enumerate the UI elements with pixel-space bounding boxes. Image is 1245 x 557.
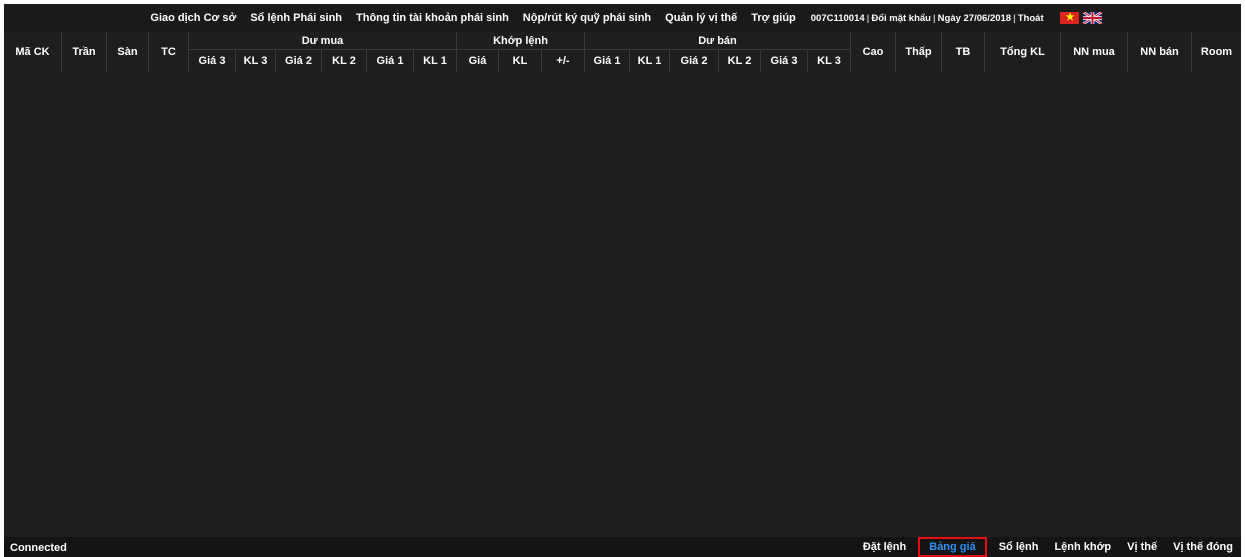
col-change[interactable]: +/- <box>542 50 585 72</box>
tab-place-order[interactable]: Đặt lệnh <box>855 538 914 556</box>
top-navigation: Giao dịch Cơ sở Sổ lệnh Phái sinh Thông … <box>4 4 1241 32</box>
bottom-tabs: Đặt lệnh Bảng giá Sổ lệnh Lệnh khớp Vị t… <box>855 537 1241 557</box>
nav-help[interactable]: Trợ giúp <box>744 12 802 24</box>
col-bid-price-1[interactable]: Giá 1 <box>367 50 414 72</box>
separator: | <box>1013 12 1016 24</box>
col-ceiling[interactable]: Trần <box>62 32 107 72</box>
col-low[interactable]: Thấp <box>896 32 942 72</box>
col-bid-price-3[interactable]: Giá 3 <box>189 50 236 72</box>
col-average[interactable]: TB <box>942 32 985 72</box>
col-ask-price-1[interactable]: Giá 1 <box>585 50 630 72</box>
nav-derivative-account-info[interactable]: Thông tin tài khoản phái sinh <box>349 12 516 24</box>
logout-link[interactable]: Thoát <box>1018 13 1044 24</box>
status-bar: Connected Đặt lệnh Bảng giá Sổ lệnh Lệnh… <box>4 537 1241 557</box>
separator: | <box>866 12 870 24</box>
col-total-volume[interactable]: Tổng KL <box>985 32 1061 72</box>
group-ask: Dư bán <box>585 32 851 50</box>
price-board-app: Giao dịch Cơ sở Sổ lệnh Phái sinh Thông … <box>4 4 1241 557</box>
col-ask-price-3[interactable]: Giá 3 <box>761 50 808 72</box>
col-match-volume[interactable]: KL <box>499 50 542 72</box>
vietnam-flag-icon[interactable]: ★ <box>1059 12 1079 24</box>
nav-position-management[interactable]: Quản lý vị thế <box>658 12 744 24</box>
col-ask-price-2[interactable]: Giá 2 <box>670 50 719 72</box>
col-bid-vol-1[interactable]: KL 1 <box>414 50 457 72</box>
connection-status: Connected <box>10 542 67 554</box>
col-high[interactable]: Cao <box>851 32 896 72</box>
current-date: Ngày 27/06/2018 <box>937 12 1012 24</box>
tab-closed-positions[interactable]: Vị thế đóng <box>1165 538 1241 556</box>
col-foreign-buy[interactable]: NN mua <box>1061 32 1128 72</box>
col-floor[interactable]: Sàn <box>107 32 149 72</box>
col-symbol[interactable]: Mã CK <box>4 32 62 72</box>
group-matched: Khớp lệnh <box>457 32 585 50</box>
tab-positions[interactable]: Vị thế <box>1119 538 1165 556</box>
col-foreign-sell[interactable]: NN bán <box>1128 32 1192 72</box>
group-bid: Dư mua <box>189 32 457 50</box>
tab-order-book[interactable]: Sổ lệnh <box>991 538 1047 556</box>
nav-margin-deposit-withdraw[interactable]: Nộp/rút ký quỹ phái sinh <box>516 12 658 24</box>
account-number: 007C110014 <box>810 12 865 24</box>
uk-flag-icon[interactable] <box>1082 12 1102 24</box>
tab-price-board[interactable]: Bảng giá <box>918 537 987 557</box>
col-ask-vol-2[interactable]: KL 2 <box>719 50 761 72</box>
col-room[interactable]: Room <box>1192 32 1241 72</box>
account-info: 007C110014 | Đổi mật khẩu | Ngày 27/06/2… <box>811 13 1044 24</box>
nav-derivative-orders[interactable]: Sổ lệnh Phái sinh <box>243 12 349 24</box>
price-table-header: Mã CK Trần Sàn TC Dư mua Giá 3 KL 3 Giá … <box>4 32 1241 72</box>
col-bid-price-2[interactable]: Giá 2 <box>276 50 322 72</box>
price-table-body <box>4 72 1241 537</box>
col-ask-vol-3[interactable]: KL 3 <box>808 50 851 72</box>
change-password-link[interactable]: Đổi mật khẩu <box>871 13 931 24</box>
col-match-price[interactable]: Giá <box>457 50 499 72</box>
col-bid-vol-2[interactable]: KL 2 <box>322 50 367 72</box>
separator: | <box>932 12 936 24</box>
col-ask-vol-1[interactable]: KL 1 <box>630 50 670 72</box>
tab-matched-orders[interactable]: Lệnh khớp <box>1046 538 1119 556</box>
nav-spot-trading[interactable]: Giao dịch Cơ sở <box>143 12 243 24</box>
col-reference[interactable]: TC <box>149 32 189 72</box>
col-bid-vol-3[interactable]: KL 3 <box>236 50 276 72</box>
